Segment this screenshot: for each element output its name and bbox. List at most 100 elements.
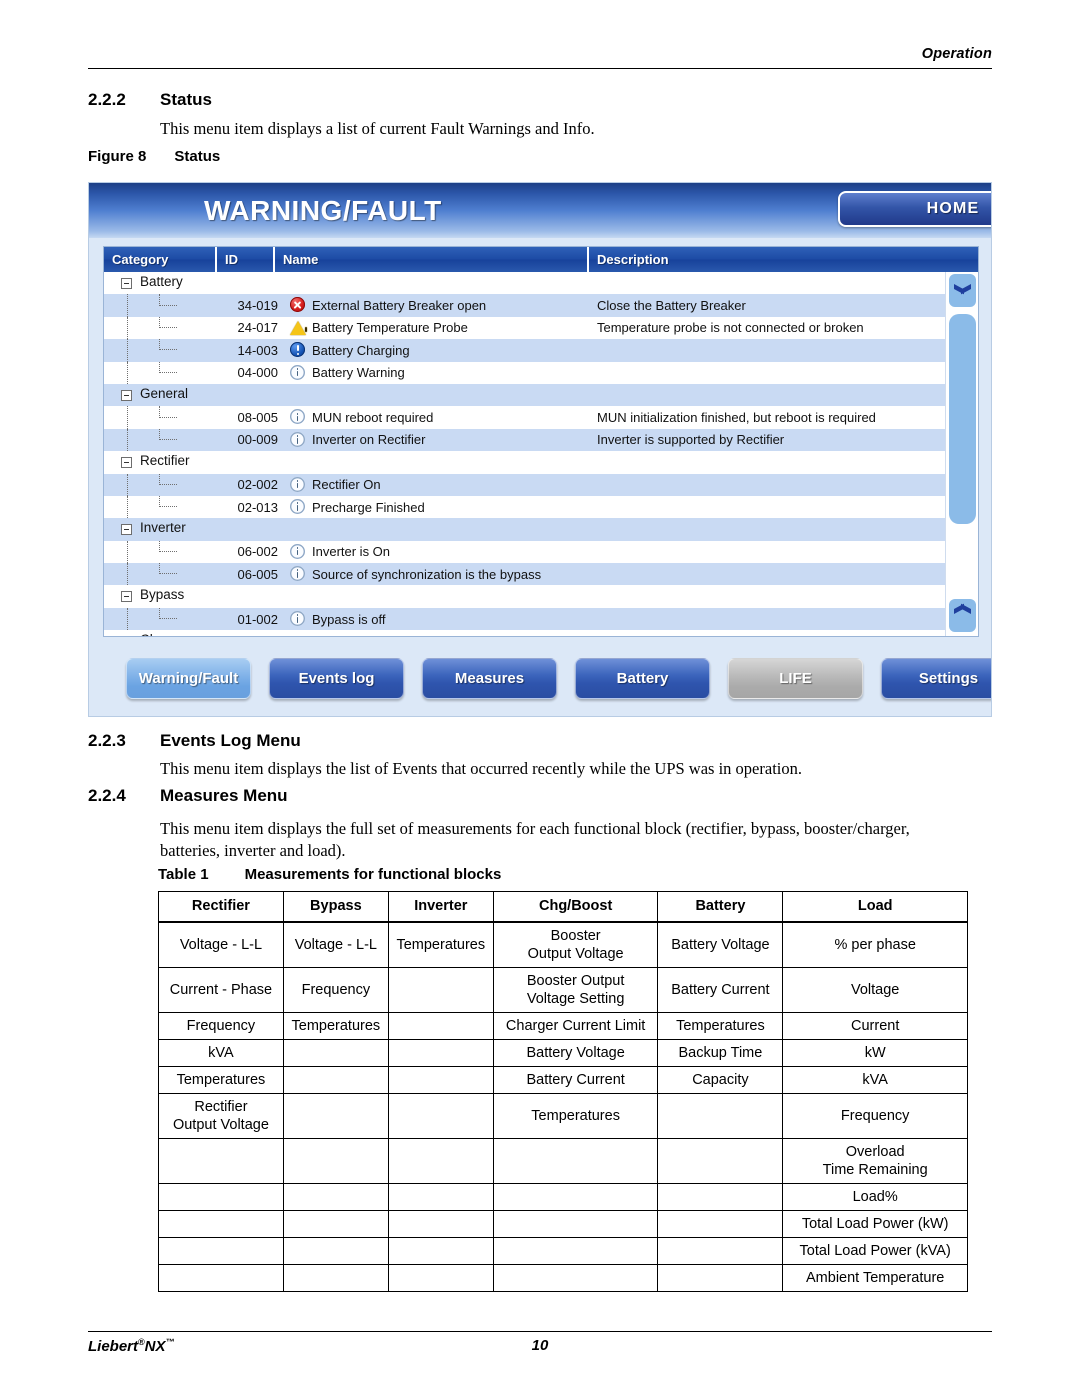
fault-category-row[interactable]: Battery bbox=[104, 272, 978, 295]
tree-branch-icon bbox=[159, 361, 177, 373]
info-light-icon bbox=[290, 409, 306, 425]
tree-collapse-icon[interactable] bbox=[121, 591, 132, 603]
column-header-battery: Battery bbox=[657, 891, 784, 923]
tree-collapse-icon[interactable] bbox=[121, 524, 132, 536]
table-cell bbox=[657, 1137, 784, 1184]
table-cell bbox=[387, 1137, 494, 1184]
tree-collapse-icon[interactable] bbox=[121, 457, 132, 469]
footer-rule bbox=[88, 1331, 992, 1332]
nav-button-label: Battery bbox=[616, 670, 669, 687]
ups-status-screen: WARNING/FAULT HOME Category ID Name Desc… bbox=[88, 182, 992, 717]
table-cell: Total Load Power (kW) bbox=[782, 1209, 968, 1238]
ups-nav-bar: Warning/Fault Events log Measures Battery LI… bbox=[89, 644, 991, 716]
paragraph-2-2-2: This menu item displays a list of curren… bbox=[160, 119, 595, 138]
fault-name: Inverter is On bbox=[312, 544, 391, 560]
fault-item-row[interactable]: 02-013 Precharge Finished bbox=[104, 495, 978, 519]
fault-category-row[interactable]: Inverter bbox=[104, 518, 978, 541]
tree-collapse-icon[interactable] bbox=[121, 389, 132, 401]
tree-collapse-icon[interactable] bbox=[121, 278, 132, 289]
fault-item-row[interactable]: 02-002 Rectifier On bbox=[104, 473, 978, 496]
table-cell bbox=[387, 1182, 494, 1211]
table-cell bbox=[492, 1137, 659, 1184]
scrollbar-thumb[interactable] bbox=[949, 314, 976, 524]
table-cell: Temperatures bbox=[492, 1092, 659, 1139]
heading-2-2-4-title: Measures Menu bbox=[160, 786, 288, 805]
nav-button-settings[interactable]: Settings bbox=[881, 658, 991, 699]
table-row: Total Load Power (kW) bbox=[158, 1209, 968, 1238]
document-page: Operation 2.2.2 Status This menu item dis… bbox=[0, 0, 1080, 1397]
table-cell bbox=[158, 1137, 284, 1184]
fault-grid-body[interactable]: Battery 34-019 External Battery Breaker op… bbox=[104, 272, 978, 636]
column-header-name[interactable]: Name bbox=[275, 247, 589, 272]
fault-category-row[interactable]: General bbox=[104, 383, 978, 407]
measurements-table-header-row: Rectifier Bypass Inverter Chg/Boost Battery L… bbox=[158, 891, 968, 923]
scroll-down-icon[interactable] bbox=[949, 599, 976, 632]
table-cell bbox=[387, 1038, 494, 1067]
fault-id: 24-017 bbox=[237, 320, 278, 336]
fault-description: MUN initialization finished, but reboot … bbox=[597, 410, 876, 426]
nav-button-warning-fault[interactable]: Warning/Fault bbox=[126, 658, 251, 699]
category-label: Charger bbox=[140, 632, 189, 636]
table-cell bbox=[282, 1038, 389, 1067]
fault-name: External Battery Breaker open bbox=[312, 298, 487, 314]
table-label-caption: Measurements for functional blocks bbox=[244, 866, 502, 883]
table-row: Voltage - L-L Voltage - L-L Temperatures Bo… bbox=[158, 921, 968, 968]
fault-item-row[interactable]: 06-005 Source of synchronization is the b… bbox=[104, 563, 978, 586]
header-rule bbox=[88, 68, 992, 69]
fault-category-row[interactable]: Rectifier bbox=[104, 451, 978, 474]
table-cell bbox=[387, 966, 494, 1013]
column-header-description[interactable]: Description bbox=[589, 247, 978, 272]
fault-id: 06-005 bbox=[237, 566, 278, 582]
nav-button-battery[interactable]: Battery bbox=[575, 658, 710, 699]
table-cell: Voltage - L-L bbox=[282, 921, 389, 968]
fault-item-row[interactable]: 01-002 Bypass is off bbox=[104, 607, 978, 631]
info-light-icon bbox=[290, 543, 306, 560]
fault-item-row[interactable]: 14-003 Battery Charging bbox=[104, 339, 978, 362]
nav-button-label: Measures bbox=[454, 670, 525, 687]
grid-scrollbar[interactable] bbox=[945, 272, 978, 636]
fault-category-row[interactable]: Charger bbox=[104, 630, 978, 636]
measurements-table-body: Voltage - L-L Voltage - L-L Temperatures Bo… bbox=[158, 921, 968, 1292]
nav-button-label: Warning/Fault bbox=[138, 670, 239, 687]
nav-button-life[interactable]: LIFE bbox=[728, 658, 863, 699]
table-cell bbox=[158, 1263, 284, 1292]
tree-guide-line bbox=[127, 361, 128, 384]
column-header-inverter: Inverter bbox=[387, 891, 494, 923]
table-cell: Battery Voltage bbox=[657, 921, 784, 968]
table-cell: Battery Current bbox=[492, 1065, 659, 1094]
fault-item-row[interactable]: 04-000 Battery Warning bbox=[104, 361, 978, 384]
fault-item-row[interactable]: 34-019 External Battery Breaker open Close… bbox=[104, 294, 978, 317]
table-cell: Temperatures bbox=[657, 1011, 784, 1040]
table-cell: Current - Phase bbox=[158, 966, 284, 1013]
table-cell bbox=[158, 1236, 284, 1265]
fault-id: 01-002 bbox=[237, 611, 278, 627]
scroll-up-icon[interactable] bbox=[949, 274, 976, 307]
nav-button-label: Events log bbox=[298, 670, 375, 687]
nav-button-events-log[interactable]: Events log bbox=[269, 658, 404, 699]
table-cell: Total Load Power (kVA) bbox=[782, 1236, 968, 1265]
fault-item-row[interactable]: 24-017 Battery Temperature Probe Temperatu… bbox=[104, 316, 978, 340]
table-cell: Overload Time Remaining bbox=[782, 1137, 968, 1184]
nav-button-measures[interactable]: Measures bbox=[422, 658, 557, 699]
fault-item-row[interactable]: 06-002 Inverter is On bbox=[104, 540, 978, 564]
column-header-bypass: Bypass bbox=[282, 891, 389, 923]
nav-button-label: LIFE bbox=[779, 670, 812, 687]
fault-category-row[interactable]: Bypass bbox=[104, 585, 978, 608]
column-header-load: Load bbox=[782, 891, 968, 923]
heading-2-2-3: 2.2.3 Events Log Menu bbox=[88, 731, 301, 751]
fault-name: Battery Charging bbox=[312, 342, 410, 358]
table-cell bbox=[657, 1236, 784, 1265]
table-cell bbox=[282, 1263, 389, 1292]
column-header-category[interactable]: Category bbox=[104, 247, 217, 272]
table-cell bbox=[158, 1209, 284, 1238]
fault-id: 08-005 bbox=[237, 410, 278, 426]
home-button[interactable]: HOME bbox=[838, 191, 991, 227]
fault-item-row[interactable]: 00-009 Inverter on Rectifier Inverter is s… bbox=[104, 428, 978, 452]
fault-name: Battery Warning bbox=[312, 365, 405, 381]
fault-name: Source of synchronization is the bypass bbox=[312, 566, 542, 582]
table-cell bbox=[492, 1182, 659, 1211]
fault-item-row[interactable]: 08-005 MUN reboot required MUN initializat… bbox=[104, 406, 978, 429]
fault-id: 04-000 bbox=[237, 365, 278, 381]
table-row: Total Load Power (kVA) bbox=[158, 1236, 968, 1265]
column-header-id[interactable]: ID bbox=[217, 247, 275, 272]
